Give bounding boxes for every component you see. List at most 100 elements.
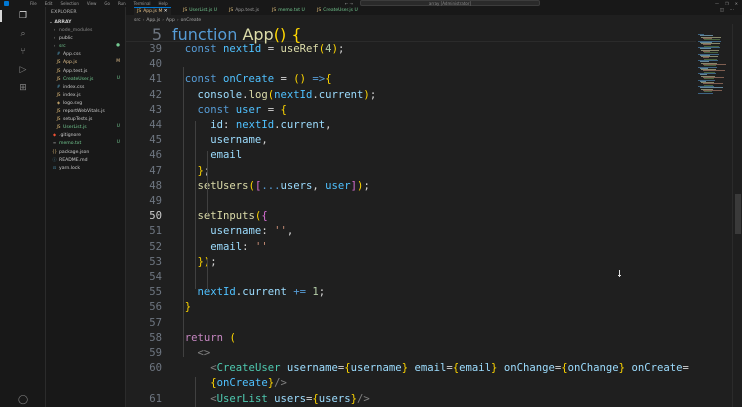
app-logo-icon (4, 1, 9, 6)
tree-item[interactable]: ◈ logo.svg (46, 99, 125, 106)
extensions-icon[interactable]: ⊞ (0, 83, 46, 93)
tree-item[interactable]: # index.css (46, 83, 125, 90)
minimap[interactable] (696, 24, 732, 407)
source-control-icon[interactable]: ⑂ (0, 47, 46, 57)
tab-createuser-js[interactable]: JS CreateUser.js U (314, 7, 361, 15)
line-number: 56 (149, 301, 162, 314)
tree-item[interactable]: › src ● (46, 42, 125, 49)
tree-item[interactable]: ≡ memo.txt U (46, 139, 125, 146)
tree-item-label: package.json (59, 149, 90, 155)
sticky-scroll-header[interactable]: 5 function App() { (126, 25, 696, 44)
explorer-root[interactable]: ⌄ ARRAY (46, 19, 125, 26)
menu-item[interactable]: Help (159, 1, 168, 6)
tab-app-js[interactable]: JS App.js M ✕ (134, 7, 171, 15)
git-status-badge: U (116, 124, 120, 130)
line-number: 49 (149, 195, 162, 207)
breadcrumb-item[interactable]: App.js (146, 18, 160, 23)
breadcrumb-item[interactable]: App (166, 18, 175, 23)
line-number: 44 (149, 119, 162, 131)
tree-item[interactable]: # App.css (46, 50, 125, 57)
line-text: <UserList users={users}/> (210, 392, 370, 405)
file-js-icon: JS (183, 8, 188, 13)
tree-item[interactable]: ◆ .gitignore (46, 131, 125, 138)
close-icon[interactable]: ✕ (162, 9, 168, 14)
tab-status-badge: U (353, 8, 358, 13)
search-icon[interactable]: ⌕ (0, 29, 46, 39)
line-number: 45 (149, 134, 162, 147)
command-center[interactable]: array [Administrator] (360, 0, 540, 6)
run-debug-icon[interactable]: ▷ (0, 65, 46, 75)
tree-item[interactable]: JS index.js (46, 91, 125, 98)
mouse-cursor (618, 270, 621, 277)
tree-item[interactable]: ⓘ README.md (46, 156, 125, 163)
git-status-badge: M (116, 59, 120, 65)
explorer-icon[interactable]: ❐ (0, 10, 46, 22)
sticky-line-text: function App() { (172, 25, 302, 44)
line-number: 61 (149, 392, 162, 405)
editor-scrollbar[interactable] (732, 24, 742, 407)
breadcrumb: src › App.js › App › onCreate (134, 17, 201, 24)
minimize-icon[interactable]: — (715, 1, 719, 6)
line-number: 58 (149, 331, 162, 344)
tree-item[interactable]: JS UserList.js U (46, 123, 125, 130)
tab-memo-txt[interactable]: JS memo.txt U (269, 7, 308, 15)
line-number: 48 (149, 179, 162, 192)
maximize-icon[interactable]: ❐ (725, 1, 729, 6)
tree-item[interactable]: JS setupTests.js (46, 115, 125, 122)
line-text: }; (197, 164, 211, 177)
back-forward-icons[interactable]: ← → (345, 0, 353, 7)
line-number: 41 (149, 73, 162, 86)
tree-item-label: setupTests.js (63, 117, 93, 123)
tree-item-label: node_modules (59, 28, 93, 33)
tree-item[interactable]: JS App.test.js (46, 67, 125, 74)
menu-item[interactable]: Terminal (134, 1, 151, 6)
tree-item-label: App.js (63, 60, 78, 66)
menu-item[interactable]: View (87, 1, 97, 6)
chevron-right-icon: › (162, 18, 165, 23)
tab-userlist-js[interactable]: JS UserList.js U (180, 7, 220, 15)
file-svg-icon: ◈ (56, 99, 61, 105)
file-git-icon: ◆ (52, 132, 57, 138)
scrollbar-thumb[interactable] (735, 194, 741, 234)
menu-item[interactable]: Edit (45, 1, 53, 6)
tab-app-test-js[interactable]: JS App.test.js (226, 7, 262, 15)
explorer-sidebar: EXPLORER ⌄ ARRAY › node_modules › public › sr… (46, 7, 126, 407)
code-editor[interactable]: 39 const nextId = useRef(4); 40 41 const o… (126, 27, 696, 407)
tree-item-label: index.js (63, 92, 81, 98)
line-number: 47 (149, 164, 162, 177)
tree-item-label: yarn.lock (59, 165, 80, 171)
breadcrumb-item[interactable]: onCreate (181, 18, 202, 23)
activity-bar: ❐ ⌕ ⑂ ▷ ⊞ ◯ (0, 7, 46, 407)
tree-item[interactable]: JS CreateUser.js U (46, 75, 125, 82)
file-css-icon: # (56, 51, 61, 57)
tree-item[interactable]: JS reportWebVitals.js (46, 107, 125, 114)
menu-item[interactable]: Run (118, 1, 126, 6)
tree-item[interactable]: ⊡ yarn.lock (46, 164, 125, 171)
indent-guide (195, 377, 196, 407)
tab-status-badge: U (300, 8, 305, 13)
menu-item[interactable]: Selection (60, 1, 78, 6)
tree-item[interactable]: › public (46, 34, 125, 41)
line-number: 51 (149, 225, 162, 238)
file-lock-icon: ⊡ (52, 164, 57, 170)
tree-item-label: App.css (63, 52, 81, 58)
close-icon[interactable]: ✕ (735, 1, 738, 6)
tree-item-label: CreateUser.js (63, 76, 94, 82)
menu-item[interactable]: File (30, 1, 37, 6)
split-editor-icon[interactable]: ◫ (720, 8, 724, 13)
line-text: <CreateUser username={username} email={e… (210, 362, 689, 375)
tree-item[interactable]: JS App.js M (46, 58, 125, 65)
line-number: 39 (149, 43, 162, 55)
tree-item[interactable]: {} package.json (46, 148, 125, 155)
account-icon[interactable]: ◯ (0, 395, 46, 405)
line-number: 55 (149, 286, 162, 299)
tree-item[interactable]: › node_modules (46, 26, 125, 33)
chevron-right-icon: › (142, 18, 145, 23)
menu-item[interactable]: Go (104, 1, 110, 6)
editor-tabs: JS App.js M ✕ JS UserList.js U JS App.test.js… (126, 7, 742, 15)
folder-icon: › (53, 43, 56, 49)
tab-label: memo.txt (278, 8, 301, 13)
breadcrumb-item[interactable]: src (134, 18, 141, 23)
more-actions-icon[interactable]: ⋯ (730, 8, 735, 13)
line-text: username: '', (210, 225, 294, 238)
